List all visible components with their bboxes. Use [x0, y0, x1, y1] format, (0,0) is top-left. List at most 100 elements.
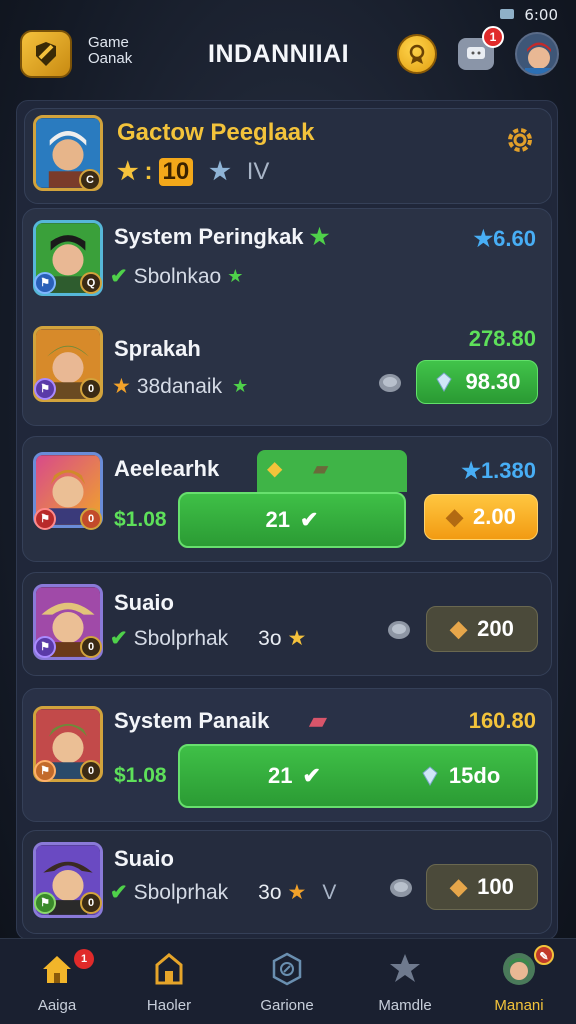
player-name: Gactow Peeglaak — [117, 119, 315, 146]
nav-notification-icon: ✎ — [534, 945, 554, 965]
diamond-icon — [422, 766, 438, 786]
brand-line-2: Oanak — [88, 50, 133, 67]
claim-button-label: 21 — [265, 507, 291, 532]
level-prefix: : — [144, 157, 153, 185]
item-sub: ✔ Sbolprhak 3o ★ — [110, 626, 306, 651]
player-rank-text: IV — [246, 157, 270, 185]
player-level-row: ★ : 10 ★ IV — [117, 157, 269, 186]
battery-icon — [500, 9, 514, 19]
item-name: Sprakah — [114, 336, 201, 361]
item-value: 160.80 — [468, 708, 536, 733]
player-rank-badge: C — [79, 169, 101, 191]
coin-icon — [390, 879, 412, 897]
app-logo-icon[interactable] — [20, 30, 72, 78]
check-icon: ✔ — [302, 763, 321, 788]
nav-item-home[interactable]: 1 Aaiga — [2, 939, 112, 1024]
item-rank-text: V — [322, 880, 337, 904]
item-rank-badge: Q — [80, 272, 102, 294]
item-sub: ✔ Sbolnkao ★ — [110, 264, 243, 289]
item-count: 3o — [258, 880, 282, 904]
notification-badge: 1 — [482, 26, 504, 48]
profile-icon — [503, 953, 535, 985]
top-bar: Game Oanak INDANNIIAI 1 — [0, 26, 576, 90]
nav-label: Mamdle — [378, 997, 432, 1014]
nav-item-ranking[interactable]: Mamdle — [350, 939, 460, 1024]
nav-item-shop[interactable]: Haoler — [114, 939, 224, 1024]
level-star-icon: ★ — [117, 158, 139, 185]
bottom-nav: 1 Aaiga Haoler Garione Mamdle ✎ Manani — [0, 938, 576, 1024]
tab-header: ◆ ▰ — [257, 450, 407, 492]
nav-notification-badge: 1 — [74, 949, 94, 969]
chat-icon — [467, 47, 485, 59]
item-class-badge: ⚑ — [34, 636, 56, 658]
item-rank-badge: 0 — [80, 892, 102, 914]
item-sub-text: 38danaik — [136, 374, 223, 398]
item-sub: ✔ Sbolprhak 3o ★ V — [110, 880, 336, 905]
item-rank-badge: 0 — [80, 636, 102, 658]
item-class-badge: ⚑ — [34, 378, 56, 400]
claim-button[interactable]: 21 ✔ — [178, 492, 406, 548]
item-name-text: System Panaik — [114, 708, 270, 733]
gold-gem-icon: ◆ — [450, 616, 468, 641]
item-name: Aeelearhk — [114, 456, 220, 481]
item-rank-badge: 0 — [80, 378, 102, 400]
item-rank-badge: 0 — [80, 508, 102, 530]
item-class-badge: ⚑ — [34, 760, 56, 782]
player-level: 10 — [158, 157, 194, 186]
orange-star-icon: ★ — [112, 375, 131, 398]
coin-icon — [379, 374, 401, 392]
claim-reward-label: 15do — [448, 763, 501, 788]
page-title: INDANNIIAI — [208, 40, 350, 68]
nav-label: Aaiga — [37, 997, 77, 1014]
home-icon — [43, 956, 71, 983]
item-name: System Peringkak ★ — [114, 224, 329, 250]
buy-button-label: 2.00 — [473, 504, 516, 529]
check-icon: ✔ — [110, 265, 128, 288]
buy-button-label: 98.30 — [465, 369, 521, 394]
star-badge-icon — [390, 954, 420, 982]
buy-button[interactable]: ◆ 2.00 — [424, 494, 538, 540]
award-button[interactable] — [397, 34, 437, 74]
buy-button[interactable]: ◆ 100 — [426, 864, 538, 910]
settings-gear-icon[interactable] — [503, 123, 537, 157]
nav-item-profile[interactable]: ✎ Manani — [464, 939, 574, 1024]
coin-icon — [388, 621, 410, 639]
buy-button[interactable]: ◆ 200 — [426, 606, 538, 652]
item-name-text: System Peringkak — [114, 224, 304, 249]
brand-line-1: Game — [88, 34, 129, 51]
item-value-text: 1.380 — [480, 458, 536, 483]
buy-button-label: 200 — [477, 616, 514, 641]
nav-label: Manani — [494, 997, 544, 1014]
orange-star-icon: ★ — [287, 881, 307, 904]
gold-gem-icon: ◆ — [267, 458, 283, 480]
check-icon: ✔ — [110, 881, 128, 904]
compass-icon — [272, 952, 302, 986]
claim-button[interactable]: 21 ✔ 15do — [178, 744, 538, 808]
item-class-badge: ⚑ — [34, 892, 56, 914]
player-summary-card[interactable]: C Gactow Peeglaak ★ : 10 ★ IV — [24, 108, 552, 204]
profile-avatar[interactable] — [515, 32, 559, 76]
item-rank-badge: 0 — [80, 760, 102, 782]
nav-item-explore[interactable]: Garione — [232, 939, 342, 1024]
status-time: 6:00 — [524, 6, 558, 24]
blue-star-icon: ★ — [461, 458, 481, 483]
brand-label: Game Oanak — [88, 35, 132, 67]
blue-star-icon: ★ — [473, 226, 494, 251]
buy-button[interactable]: 98.30 — [416, 360, 538, 404]
check-icon: ✔ — [110, 627, 128, 650]
item-sub: $1.08 — [114, 764, 167, 787]
item-name: Suaio — [114, 590, 174, 615]
green-star-icon: ★ — [309, 224, 330, 249]
green-star-icon: ★ — [232, 376, 249, 396]
item-value: ★6.60 — [473, 226, 536, 252]
item-sub: $1.08 — [114, 508, 167, 531]
rank-star-icon: ★ — [209, 158, 231, 185]
claim-button-label: 21 — [268, 763, 293, 788]
green-star-icon: ★ — [227, 266, 244, 286]
item-value-text: 6.60 — [493, 226, 536, 251]
medal-icon — [409, 44, 425, 64]
diamond-icon — [436, 372, 453, 392]
item-sub-text: Sbolnkao — [133, 264, 222, 288]
chest-icon: ▰ — [313, 458, 329, 480]
shop-icon — [155, 953, 183, 985]
